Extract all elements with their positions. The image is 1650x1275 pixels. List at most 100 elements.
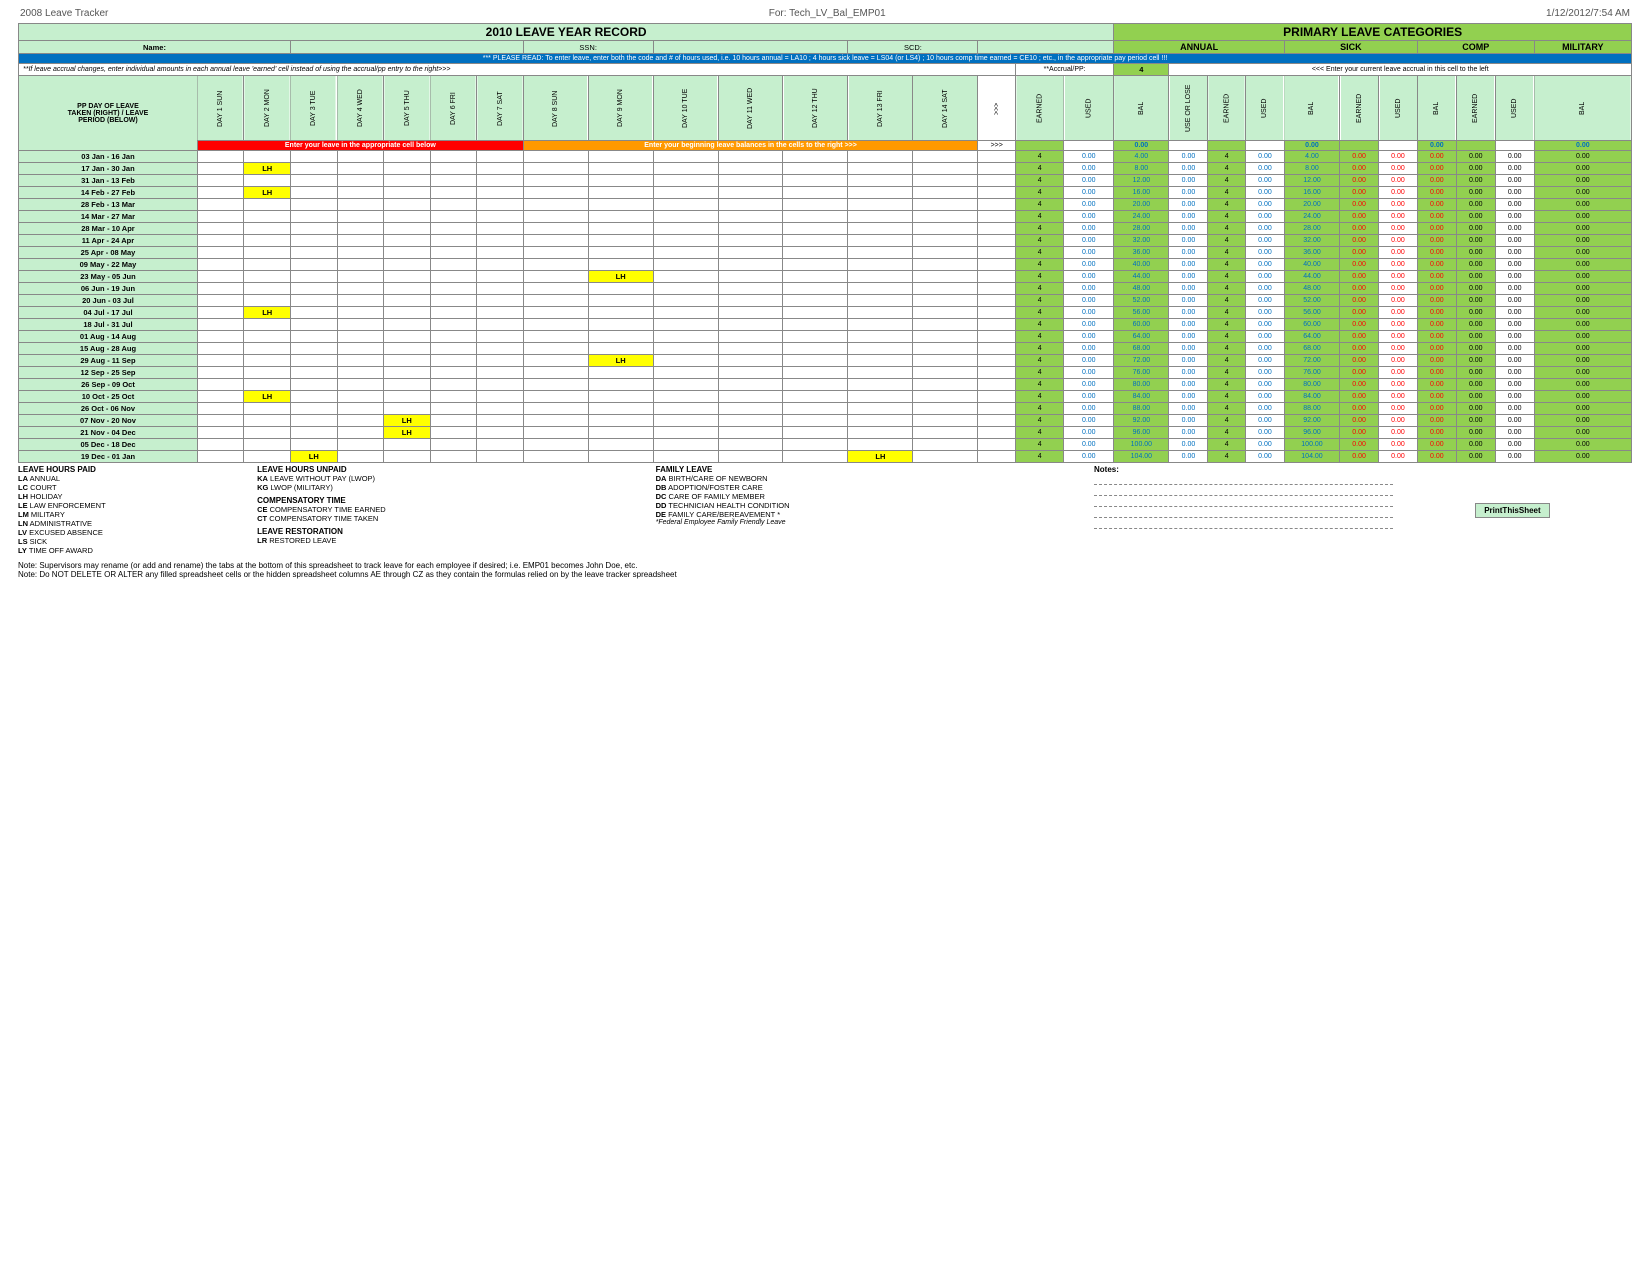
- day-cell-11[interactable]: [718, 175, 783, 187]
- day-cell-7[interactable]: [477, 319, 524, 331]
- day-cell-6[interactable]: [430, 175, 477, 187]
- day-cell-1[interactable]: [197, 151, 244, 163]
- day-cell-3[interactable]: [290, 247, 337, 259]
- day-cell-2[interactable]: [244, 415, 291, 427]
- day-cell-13[interactable]: [848, 295, 913, 307]
- day-cell-8[interactable]: [523, 319, 588, 331]
- day-cell-1[interactable]: [197, 295, 244, 307]
- day-cell-8[interactable]: [523, 391, 588, 403]
- day-cell-14[interactable]: [913, 271, 978, 283]
- day-cell-8[interactable]: [523, 331, 588, 343]
- day-cell-13[interactable]: [848, 307, 913, 319]
- day-cell-14[interactable]: [913, 379, 978, 391]
- day-cell-9[interactable]: [588, 175, 653, 187]
- day-cell-6[interactable]: [430, 247, 477, 259]
- day-cell-4[interactable]: [337, 331, 384, 343]
- day-cell-2[interactable]: [244, 367, 291, 379]
- day-cell-8[interactable]: [523, 247, 588, 259]
- day-cell-4[interactable]: [337, 415, 384, 427]
- day-cell-1[interactable]: [197, 187, 244, 199]
- day-cell-2[interactable]: [244, 451, 291, 463]
- day-cell-14[interactable]: [913, 391, 978, 403]
- day-cell-8[interactable]: [523, 151, 588, 163]
- day-cell-11[interactable]: [718, 199, 783, 211]
- day-cell-2[interactable]: [244, 427, 291, 439]
- day-cell-10[interactable]: [653, 283, 718, 295]
- day-cell-11[interactable]: [718, 259, 783, 271]
- day-cell-4[interactable]: [337, 427, 384, 439]
- day-cell-8[interactable]: [523, 379, 588, 391]
- day-cell-2[interactable]: [244, 199, 291, 211]
- day-cell-3[interactable]: [290, 319, 337, 331]
- accrual-pp-value[interactable]: 4: [1114, 64, 1169, 76]
- day-cell-10[interactable]: [653, 295, 718, 307]
- day-cell-3[interactable]: [290, 403, 337, 415]
- day-cell-5[interactable]: [384, 247, 431, 259]
- day-cell-2[interactable]: LH: [244, 163, 291, 175]
- day-cell-9[interactable]: [588, 319, 653, 331]
- day-cell-1[interactable]: [197, 259, 244, 271]
- day-cell-4[interactable]: [337, 247, 384, 259]
- day-cell-14[interactable]: [913, 247, 978, 259]
- day-cell-9[interactable]: [588, 379, 653, 391]
- day-cell-2[interactable]: LH: [244, 391, 291, 403]
- day-cell-12[interactable]: [783, 187, 848, 199]
- day-cell-7[interactable]: [477, 259, 524, 271]
- day-cell-8[interactable]: [523, 271, 588, 283]
- day-cell-13[interactable]: [848, 379, 913, 391]
- day-cell-3[interactable]: [290, 163, 337, 175]
- day-cell-10[interactable]: [653, 415, 718, 427]
- day-cell-9[interactable]: [588, 307, 653, 319]
- day-cell-7[interactable]: [477, 415, 524, 427]
- day-cell-3[interactable]: [290, 199, 337, 211]
- day-cell-5[interactable]: [384, 151, 431, 163]
- day-cell-11[interactable]: [718, 355, 783, 367]
- day-cell-4[interactable]: [337, 355, 384, 367]
- day-cell-2[interactable]: LH: [244, 187, 291, 199]
- day-cell-6[interactable]: [430, 295, 477, 307]
- day-cell-8[interactable]: [523, 343, 588, 355]
- day-cell-1[interactable]: [197, 235, 244, 247]
- day-cell-6[interactable]: [430, 223, 477, 235]
- day-cell-9[interactable]: [588, 427, 653, 439]
- day-cell-4[interactable]: [337, 307, 384, 319]
- day-cell-11[interactable]: [718, 427, 783, 439]
- day-cell-8[interactable]: [523, 199, 588, 211]
- day-cell-13[interactable]: [848, 283, 913, 295]
- day-cell-10[interactable]: [653, 331, 718, 343]
- day-cell-10[interactable]: [653, 307, 718, 319]
- init-sick-bal[interactable]: 0.00: [1284, 141, 1339, 151]
- day-cell-3[interactable]: [290, 355, 337, 367]
- day-cell-10[interactable]: [653, 271, 718, 283]
- name-input[interactable]: [290, 41, 523, 54]
- day-cell-7[interactable]: [477, 163, 524, 175]
- day-cell-6[interactable]: [430, 211, 477, 223]
- day-cell-6[interactable]: [430, 415, 477, 427]
- init-comp-bal[interactable]: 0.00: [1417, 141, 1456, 151]
- day-cell-9[interactable]: [588, 403, 653, 415]
- day-cell-6[interactable]: [430, 199, 477, 211]
- day-cell-12[interactable]: [783, 235, 848, 247]
- day-cell-6[interactable]: [430, 283, 477, 295]
- day-cell-7[interactable]: [477, 223, 524, 235]
- day-cell-10[interactable]: [653, 199, 718, 211]
- day-cell-14[interactable]: [913, 187, 978, 199]
- day-cell-2[interactable]: [244, 211, 291, 223]
- day-cell-11[interactable]: [718, 391, 783, 403]
- day-cell-5[interactable]: [384, 175, 431, 187]
- day-cell-6[interactable]: [430, 319, 477, 331]
- day-cell-7[interactable]: [477, 211, 524, 223]
- day-cell-2[interactable]: [244, 343, 291, 355]
- day-cell-1[interactable]: [197, 379, 244, 391]
- day-cell-4[interactable]: [337, 403, 384, 415]
- day-cell-1[interactable]: [197, 415, 244, 427]
- day-cell-14[interactable]: [913, 259, 978, 271]
- day-cell-8[interactable]: [523, 439, 588, 451]
- day-cell-4[interactable]: [337, 271, 384, 283]
- day-cell-2[interactable]: [244, 259, 291, 271]
- day-cell-12[interactable]: [783, 259, 848, 271]
- init-annual-useorlose[interactable]: [1169, 141, 1208, 151]
- day-cell-13[interactable]: [848, 427, 913, 439]
- day-cell-11[interactable]: [718, 295, 783, 307]
- day-cell-13[interactable]: [848, 391, 913, 403]
